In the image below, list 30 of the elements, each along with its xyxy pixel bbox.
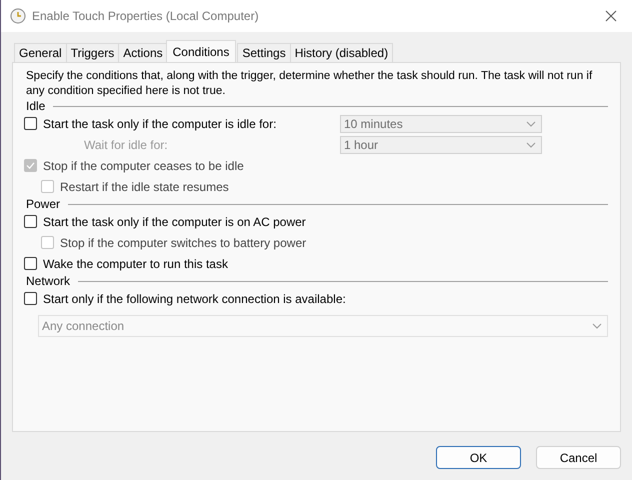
checkbox-label: Start the task only if the computer is idle for: [43, 116, 276, 130]
chevron-down-icon [526, 142, 536, 148]
checkbox[interactable] [24, 215, 37, 228]
checkbox[interactable] [24, 117, 37, 130]
section-heading: Network [26, 274, 70, 288]
checkbox-label: Start only if the following network connection is available: [43, 292, 346, 306]
checkbox[interactable] [24, 257, 37, 270]
checkbox-label: Stop if the computer ceases to be idle [43, 158, 244, 172]
dialog-button[interactable]: OK [436, 446, 521, 469]
tab[interactable]: History (disabled) [290, 43, 394, 62]
checkbox-label: Wake the computer to run this task [43, 256, 228, 270]
chevron-down-icon [526, 120, 536, 126]
section-heading: Power [26, 197, 60, 211]
checkbox-label: Stop if the computer switches to battery power [60, 236, 306, 250]
tab[interactable]: Triggers [66, 43, 120, 62]
checkbox-label: Restart if the idle state resumes [60, 180, 229, 194]
checkbox-label: Start the task only if the computer is on AC power [43, 214, 306, 228]
tab[interactable]: General [14, 43, 67, 62]
description-text: Specify the conditions that, along with the trigger, determine whether the task should run. The task will not run if any condition specified here is not true. [26, 69, 594, 99]
chevron-down-icon [592, 323, 602, 329]
tab[interactable]: Conditions [166, 40, 236, 62]
window-title: Enable Touch Properties (Local Computer) [32, 9, 260, 23]
field-label: Wait for idle for: [84, 138, 169, 152]
close-icon[interactable] [605, 10, 617, 22]
section-heading: Idle [26, 99, 46, 113]
clock-icon [10, 8, 26, 24]
dialog-button[interactable]: Cancel [536, 446, 621, 469]
checkbox[interactable] [24, 292, 37, 305]
checkmark-icon [26, 162, 35, 169]
tab[interactable]: Settings [237, 43, 291, 62]
